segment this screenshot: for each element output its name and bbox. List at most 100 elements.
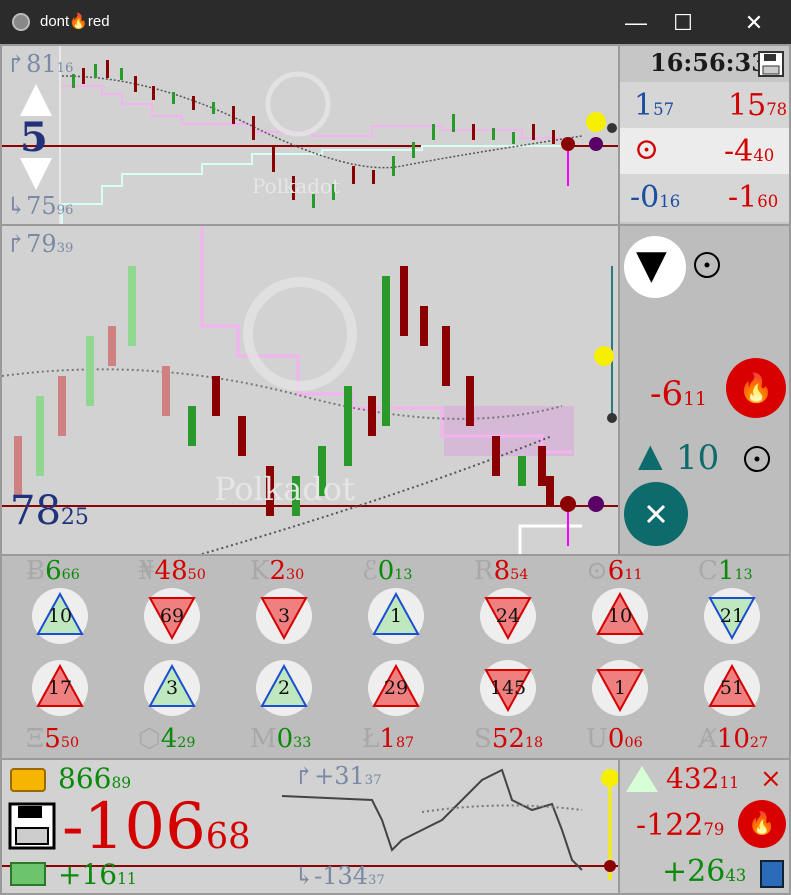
coin-symbol: K xyxy=(250,556,270,586)
overview-high-label: ↱8116 xyxy=(6,50,74,78)
coin-label: Ⱥ1027 xyxy=(698,724,768,754)
portfolio-low-label: ↳-13437 xyxy=(294,862,385,890)
stats-row-3: -016 -160 xyxy=(620,174,789,222)
book-icon[interactable] xyxy=(760,860,784,888)
stats-row-2: ⊙ -440 xyxy=(620,128,789,174)
coin-change-sub: 27 xyxy=(749,735,769,751)
coin-change-sub: 13 xyxy=(394,567,413,583)
coin-change: 4 xyxy=(160,724,178,754)
fire-icon[interactable]: 🔥 xyxy=(726,358,786,418)
coin-icon[interactable] xyxy=(692,250,722,280)
coin-card[interactable]: ⊙611 10 xyxy=(570,556,666,648)
coin-card[interactable]: ⬡429 3 xyxy=(122,660,218,754)
close-position-button[interactable] xyxy=(624,482,688,546)
globe-icon xyxy=(12,13,30,31)
coin-change-sub: 50 xyxy=(60,735,80,751)
coin-label: ⬡429 xyxy=(138,724,195,754)
coin-change: 0 xyxy=(276,724,294,754)
save-icon[interactable] xyxy=(757,50,785,78)
coin-change-sub: 30 xyxy=(285,567,305,583)
dismiss-icon[interactable]: × xyxy=(760,764,782,794)
coin-change: 6 xyxy=(45,556,62,586)
portfolio-chart[interactable]: 86689 -10668 +1611 ↱+3137 ↳-13437 xyxy=(2,760,618,893)
coin-card[interactable]: Ƀ666 10 xyxy=(10,556,106,648)
coin-symbol: Ƀ xyxy=(26,556,46,586)
side-bottom-value: +2643 xyxy=(662,854,747,889)
coin-card[interactable]: Ⱥ1027 51 xyxy=(682,660,778,754)
title-bar[interactable]: dont🔥red — ☐ ✕ xyxy=(0,0,791,44)
coin-change-sub: 11 xyxy=(624,567,643,583)
coin-card[interactable]: U006 1 xyxy=(570,660,666,754)
minimize-button[interactable]: — xyxy=(613,8,659,38)
coin-change: 48 xyxy=(154,556,188,586)
coin-label: U006 xyxy=(586,724,643,754)
coin-rank: 10 xyxy=(47,605,73,627)
window-title: dont🔥red xyxy=(40,13,110,30)
coin-symbol: ⊙ xyxy=(586,556,608,586)
coin-change-sub: 87 xyxy=(395,735,415,751)
rank-up-icon: ▲ xyxy=(638,436,663,474)
coin-change: 0 xyxy=(607,724,625,754)
coin-change: 1 xyxy=(379,724,396,754)
coin-card[interactable]: ℰ013 1 xyxy=(346,556,442,648)
coin-label: C113 xyxy=(698,556,753,586)
stats-row-1-b: 1578 xyxy=(728,88,788,123)
coin-change: 5 xyxy=(44,724,61,754)
coin-card[interactable]: S5218 145 xyxy=(458,660,554,754)
save-disk-icon[interactable] xyxy=(8,802,56,850)
main-watermark: Polkadot xyxy=(214,470,355,508)
coin-symbol: U xyxy=(586,724,608,754)
maximize-button[interactable]: ☐ xyxy=(660,8,706,38)
coin-change-sub: 18 xyxy=(524,735,544,751)
coin-symbol: R xyxy=(474,556,494,586)
x-icon xyxy=(646,504,666,524)
coin-label: ₦4850 xyxy=(138,556,206,586)
coin-icon-small[interactable] xyxy=(742,444,772,474)
coin-change-sub: 29 xyxy=(177,735,196,751)
side-top-value: 43211 xyxy=(666,762,740,795)
coin-label: R854 xyxy=(474,556,528,586)
app-window: dont🔥red — ☐ ✕ ↱8116 ↳7596 5 Polkadot 16… xyxy=(0,0,791,895)
coin-rank: 69 xyxy=(159,605,185,627)
coin-card[interactable]: C113 21 xyxy=(682,556,778,648)
coin-card[interactable]: M033 2 xyxy=(234,660,330,754)
fire-icon-small[interactable]: 🔥 xyxy=(738,800,786,848)
coin-change-sub: 33 xyxy=(293,735,312,751)
current-price: 7825 xyxy=(10,488,89,534)
coin-rank: 10 xyxy=(607,605,633,627)
coin-label: S5218 xyxy=(474,724,543,754)
side-mid-value: -12279 xyxy=(636,808,725,843)
pnl-value: -10668 xyxy=(62,790,251,864)
coin-card[interactable]: R854 24 xyxy=(458,556,554,648)
coin-card[interactable]: Ξ550 17 xyxy=(10,660,106,754)
stats-row-1-a: 157 xyxy=(634,88,675,123)
coin-rank: 21 xyxy=(719,605,745,627)
interval-down-icon[interactable] xyxy=(16,154,56,194)
coin-change: 0 xyxy=(377,556,395,586)
coin-change-sub: 50 xyxy=(187,567,206,583)
coin-change: 52 xyxy=(491,724,525,754)
overview-watermark: Polkadot xyxy=(252,174,341,198)
coin-label: ⊙611 xyxy=(586,556,643,586)
main-high-label: ↱7939 xyxy=(6,230,74,258)
coin-label: M033 xyxy=(250,724,311,754)
main-chart[interactable]: ↱7939 7825 Polkadot xyxy=(2,226,618,554)
coin-rank: 3 xyxy=(277,605,291,627)
coin-card[interactable]: ₦4850 69 xyxy=(122,556,218,648)
direction-button[interactable]: ▼ xyxy=(624,236,686,298)
cash-value: +1611 xyxy=(58,858,137,891)
coin-rank: 51 xyxy=(719,677,745,699)
coin-card[interactable]: Ł187 29 xyxy=(346,660,442,754)
coin-rank: 1 xyxy=(389,605,403,627)
coin-change: 1 xyxy=(717,556,735,586)
coin-symbol: Ⱥ xyxy=(698,724,717,754)
coin-label: Ξ550 xyxy=(26,724,79,754)
main-side: ▼ -611 🔥 ▲ 10 xyxy=(620,226,789,554)
coin-card[interactable]: K230 3 xyxy=(234,556,330,648)
card-icon xyxy=(10,768,46,792)
overview-chart[interactable]: ↱8116 ↳7596 5 Polkadot xyxy=(2,46,618,224)
coin-change: 8 xyxy=(493,556,511,586)
coin-label: Ł187 xyxy=(362,724,414,754)
coins-grid: Ƀ666 10 ₦4850 69 K230 3 ℰ013 1 R854 24 ⊙611 10 C113 2… xyxy=(2,556,789,758)
close-button[interactable]: ✕ xyxy=(731,8,777,38)
